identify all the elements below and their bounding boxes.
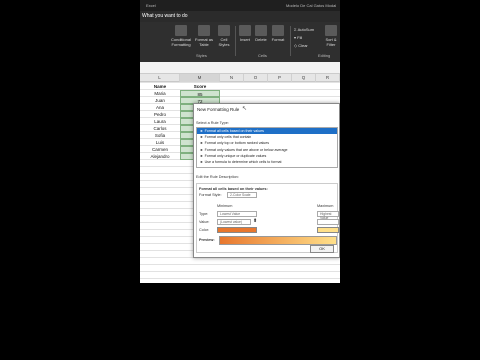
name-cell[interactable]: Maria	[140, 90, 180, 97]
tell-me-box[interactable]: What you want to do	[140, 11, 340, 22]
format-style-label: Format Style:	[199, 193, 222, 197]
format-style-select[interactable]: 2-Color Scale	[227, 192, 257, 198]
rule-type-list: ► Format all cells based on their values…	[196, 127, 338, 168]
name-cell[interactable]: Carmen	[140, 146, 180, 153]
styles-group-label: Styles	[196, 53, 207, 58]
value-label: Value:	[199, 220, 210, 224]
name-cell[interactable]: Laura	[140, 118, 180, 125]
type-label: Type:	[199, 212, 209, 216]
insert-button[interactable]: Insert	[238, 25, 252, 42]
ribbon: Conditional Formatting Format as Table C…	[140, 22, 340, 62]
ribbon-separator	[290, 26, 291, 56]
clear-button[interactable]: ◇ Clear	[294, 42, 314, 50]
name-cell[interactable]: Alejandro	[140, 153, 180, 160]
column-header[interactable]: L	[140, 74, 180, 82]
ribbon-separator	[235, 26, 236, 56]
column-header[interactable]: R	[316, 74, 340, 82]
max-value-input[interactable]	[317, 219, 339, 225]
column-header[interactable]: M	[180, 74, 220, 82]
app-title: Excel	[146, 3, 156, 8]
insert-icon	[239, 25, 251, 36]
new-formatting-rule-dialog: New Formatting Rule ↖ Select a Rule Type…	[193, 103, 340, 258]
editing-items: Σ AutoSum ▾ Fill ◇ Clear	[294, 26, 314, 50]
name-cell[interactable]: Juan	[140, 97, 180, 104]
name-cell[interactable]: Sofia	[140, 132, 180, 139]
cell-styles-icon	[218, 25, 230, 36]
formula-bar[interactable]	[140, 62, 340, 74]
cells-group-label: Cells	[258, 53, 267, 58]
editing-group-label: Editing	[318, 53, 331, 58]
format-icon	[272, 25, 284, 36]
autosum-button[interactable]: Σ AutoSum	[294, 26, 314, 34]
column-header[interactable]: O	[244, 74, 268, 82]
select-rule-type-label: Select a Rule Type:	[196, 121, 229, 125]
column-header[interactable]: Q	[292, 74, 316, 82]
minimum-label: Minimum	[217, 204, 233, 208]
preview-label: Preview:	[199, 238, 215, 242]
max-color-picker[interactable]	[317, 227, 339, 233]
sort-filter-button[interactable]: Sort & Filter	[322, 25, 340, 47]
score-header-cell[interactable]: Score	[180, 83, 220, 90]
mouse-cursor-icon: ↖	[242, 106, 248, 112]
file-title: Modelo De Cal Gatos Modal	[286, 3, 337, 8]
edit-rule-label: Edit the Rule Description:	[196, 175, 239, 179]
sort-filter-icon	[325, 25, 337, 36]
name-cell[interactable]: Pedro	[140, 111, 180, 118]
preview-row: Preview:	[199, 236, 337, 245]
format-button[interactable]: Format	[270, 25, 286, 42]
format-all-label: Format all cells based on their values:	[199, 187, 268, 191]
delete-button[interactable]: Delete	[254, 25, 268, 42]
maximum-label: Maximum	[317, 204, 334, 208]
color-label: Color:	[199, 228, 210, 232]
name-cell[interactable]: Carlos	[140, 125, 180, 132]
column-header[interactable]: N	[220, 74, 244, 82]
min-value-input[interactable]: (Lowest value)	[217, 219, 251, 225]
max-type-select[interactable]: Highest Value	[317, 211, 339, 220]
name-cell[interactable]: Luis	[140, 139, 180, 146]
format-as-table-button[interactable]: Format as Table	[195, 25, 213, 47]
min-type-select[interactable]: Lowest Value	[217, 211, 257, 217]
ok-button[interactable]: OK	[310, 245, 334, 253]
dialog-title: New Formatting Rule	[197, 107, 240, 112]
fill-button[interactable]: ▾ Fill	[294, 34, 314, 42]
range-picker-icon[interactable]: ⬍	[253, 218, 257, 224]
conditional-formatting-icon	[175, 25, 187, 36]
title-bar: Excel Modelo De Cal Gatos Modal	[140, 0, 340, 11]
min-color-picker[interactable]	[217, 227, 257, 233]
delete-icon	[255, 25, 267, 36]
name-header-cell[interactable]: Name	[140, 83, 180, 90]
name-cell[interactable]: Ana	[140, 104, 180, 111]
rule-type-item[interactable]: ► Use a formula to determine which cells…	[197, 159, 337, 165]
rule-description-panel: Format all cells based on their values: …	[196, 183, 339, 253]
preview-gradient	[219, 236, 337, 245]
table-icon	[198, 25, 210, 36]
conditional-formatting-button[interactable]: Conditional Formatting	[168, 25, 194, 47]
column-header[interactable]: P	[268, 74, 292, 82]
score-cell[interactable]: 85	[180, 90, 220, 97]
video-frame: Excel Modelo De Cal Gatos Modal What you…	[0, 0, 480, 360]
column-headers: L M N O P Q R	[140, 74, 340, 82]
cell-styles-button[interactable]: Cell Styles	[217, 25, 231, 47]
